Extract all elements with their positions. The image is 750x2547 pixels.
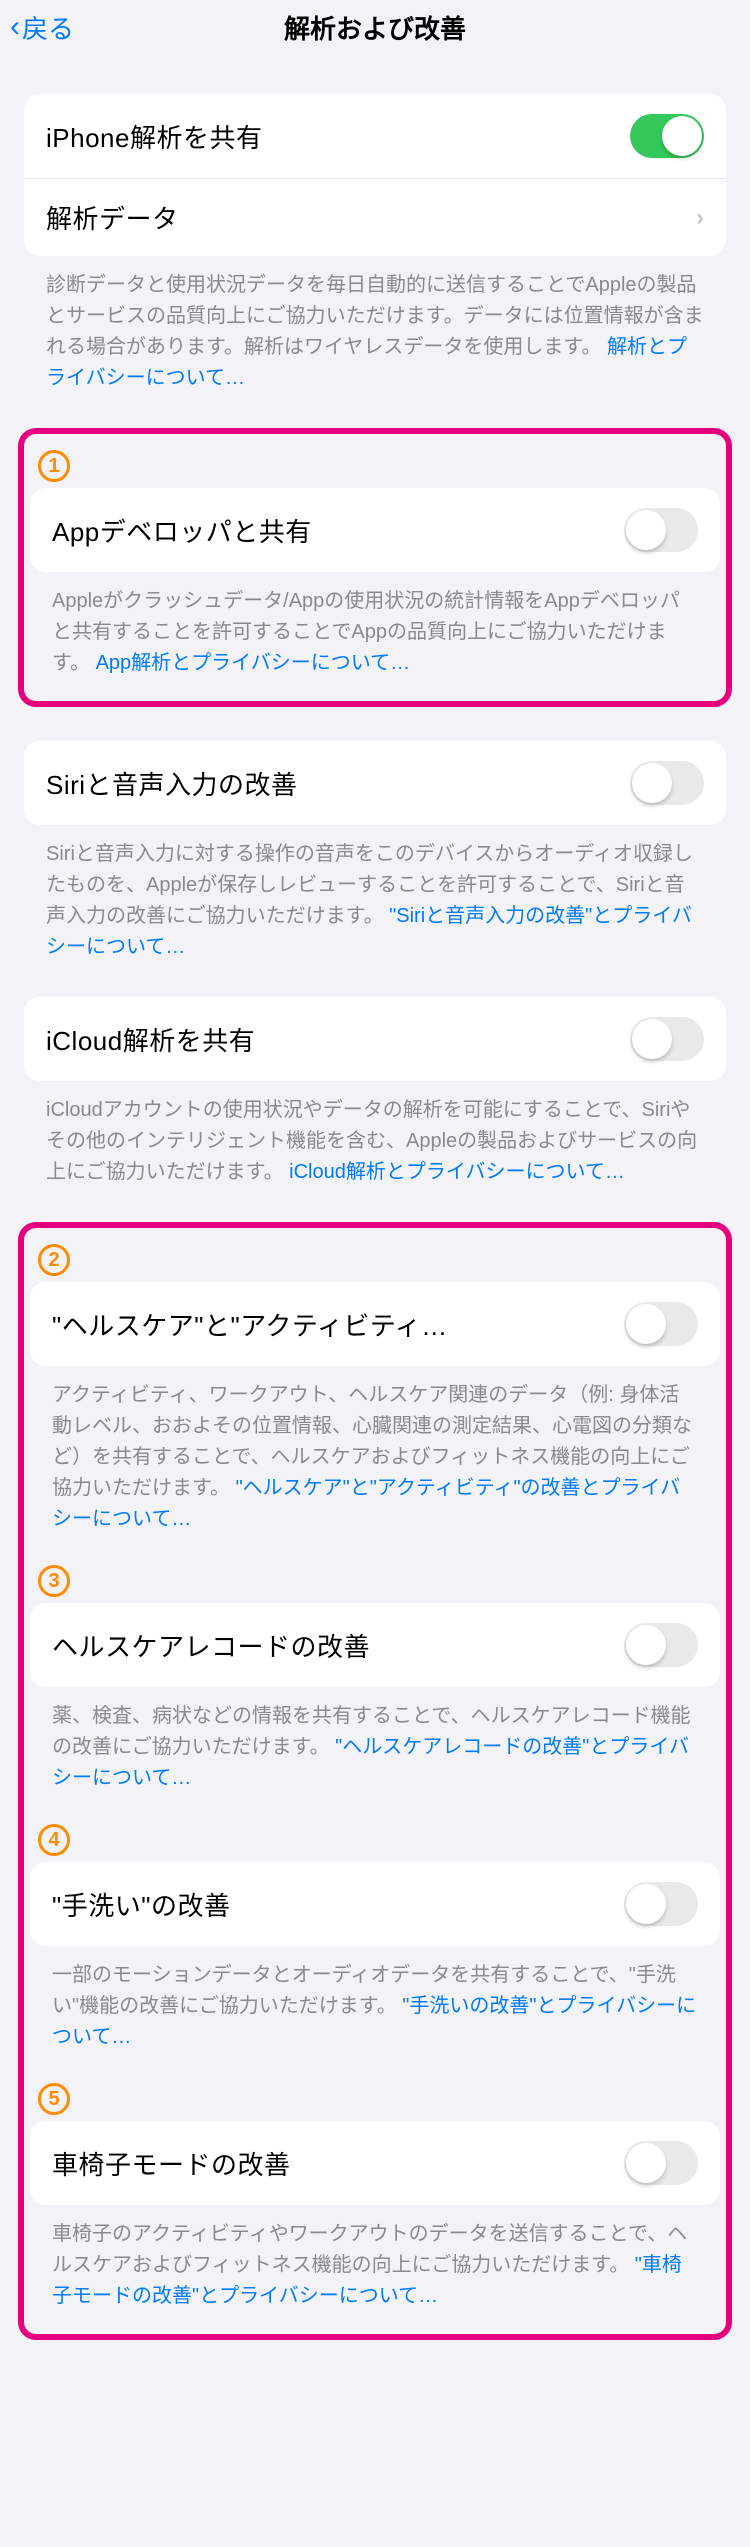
row-analytics-data[interactable]: 解析データ › bbox=[24, 178, 726, 256]
section-footer: アクティビティ、ワークアウト、ヘルスケア関連のデータ（例: 身体活動レベル、おお… bbox=[30, 1366, 720, 1535]
section-footer: iCloudアカウントの使用状況やデータの解析を可能にすることで、Siriやその… bbox=[24, 1081, 726, 1188]
chevron-left-icon: ‹ bbox=[10, 10, 20, 44]
toggle-health-activity[interactable] bbox=[624, 1302, 698, 1346]
annotation-badge-2: 2 bbox=[38, 1244, 70, 1276]
section-footer: 診断データと使用状況データを毎日自動的に送信することでAppleの製品とサービス… bbox=[24, 256, 726, 394]
row-wheelchair-mode[interactable]: 車椅子モードの改善 bbox=[30, 2121, 720, 2205]
row-label: 解析データ bbox=[46, 199, 682, 236]
toggle-health-records[interactable] bbox=[624, 1623, 698, 1667]
section-health-activity: "ヘルスケア"と"アクティビティ… bbox=[30, 1282, 720, 1366]
section-siri: Siriと音声入力の改善 bbox=[24, 741, 726, 825]
row-label: Siriと音声入力の改善 bbox=[46, 765, 616, 802]
annotation-badge-4: 4 bbox=[38, 1824, 70, 1856]
row-share-icloud-analytics[interactable]: iCloud解析を共有 bbox=[24, 997, 726, 1081]
section-wheelchair: 車椅子モードの改善 bbox=[30, 2121, 720, 2205]
toggle-handwashing[interactable] bbox=[624, 1882, 698, 1926]
link-app-analytics-privacy[interactable]: App解析とプライバシーについて… bbox=[96, 652, 411, 674]
link-icloud-privacy[interactable]: iCloud解析とプライバシーについて… bbox=[289, 1161, 625, 1183]
annotation-badge-5: 5 bbox=[38, 2083, 70, 2115]
row-label: iCloud解析を共有 bbox=[46, 1021, 616, 1058]
annotation-badge-3: 3 bbox=[38, 1565, 70, 1597]
row-label: 車椅子モードの改善 bbox=[52, 2145, 610, 2182]
nav-bar: ‹ 戻る 解析および改善 bbox=[0, 0, 750, 54]
row-label: "ヘルスケア"と"アクティビティ… bbox=[52, 1306, 610, 1343]
row-label: ヘルスケアレコードの改善 bbox=[52, 1627, 610, 1664]
row-health-activity[interactable]: "ヘルスケア"と"アクティビティ… bbox=[30, 1282, 720, 1366]
back-button[interactable]: ‹ 戻る bbox=[10, 9, 74, 46]
section-handwashing: "手洗い"の改善 bbox=[30, 1862, 720, 1946]
row-label: Appデベロッパと共有 bbox=[52, 512, 610, 549]
row-improve-siri[interactable]: Siriと音声入力の改善 bbox=[24, 741, 726, 825]
highlight-box-1: 1 Appデベロッパと共有 Appleがクラッシュデータ/Appの使用状況の統計… bbox=[18, 428, 732, 707]
row-label: "手洗い"の改善 bbox=[52, 1886, 610, 1923]
toggle-share-iphone-analytics[interactable] bbox=[630, 114, 704, 158]
annotation-badge-1: 1 bbox=[38, 450, 70, 482]
row-handwashing[interactable]: "手洗い"の改善 bbox=[30, 1862, 720, 1946]
section-share-developers: Appデベロッパと共有 bbox=[30, 488, 720, 572]
toggle-improve-siri[interactable] bbox=[630, 761, 704, 805]
section-footer: 薬、検査、病状などの情報を共有することで、ヘルスケアレコード機能の改善にご協力い… bbox=[30, 1687, 720, 1794]
section-footer: 車椅子のアクティビティやワークアウトのデータを送信することで、ヘルスケアおよびフ… bbox=[30, 2205, 720, 2312]
section-health-records: ヘルスケアレコードの改善 bbox=[30, 1603, 720, 1687]
row-health-records[interactable]: ヘルスケアレコードの改善 bbox=[30, 1603, 720, 1687]
chevron-right-icon: › bbox=[696, 204, 704, 232]
section-footer: Siriと音声入力に対する操作の音声をこのデバイスからオーディオ収録したものを、… bbox=[24, 825, 726, 963]
page-title: 解析および改善 bbox=[284, 9, 466, 46]
highlight-box-2: 2 "ヘルスケア"と"アクティビティ… アクティビティ、ワークアウト、ヘルスケア… bbox=[18, 1222, 732, 2340]
row-share-with-developers[interactable]: Appデベロッパと共有 bbox=[30, 488, 720, 572]
toggle-wheelchair-mode[interactable] bbox=[624, 2141, 698, 2185]
section-share-analytics: iPhone解析を共有 解析データ › bbox=[24, 94, 726, 256]
row-share-iphone-analytics[interactable]: iPhone解析を共有 bbox=[24, 94, 726, 178]
back-label: 戻る bbox=[22, 9, 74, 46]
toggle-share-with-developers[interactable] bbox=[624, 508, 698, 552]
section-footer: 一部のモーションデータとオーディオデータを共有することで、"手洗い"機能の改善に… bbox=[30, 1946, 720, 2053]
row-label: iPhone解析を共有 bbox=[46, 118, 616, 155]
section-footer: Appleがクラッシュデータ/Appの使用状況の統計情報をAppデベロッパと共有… bbox=[30, 572, 720, 679]
section-icloud: iCloud解析を共有 bbox=[24, 997, 726, 1081]
toggle-share-icloud-analytics[interactable] bbox=[630, 1017, 704, 1061]
